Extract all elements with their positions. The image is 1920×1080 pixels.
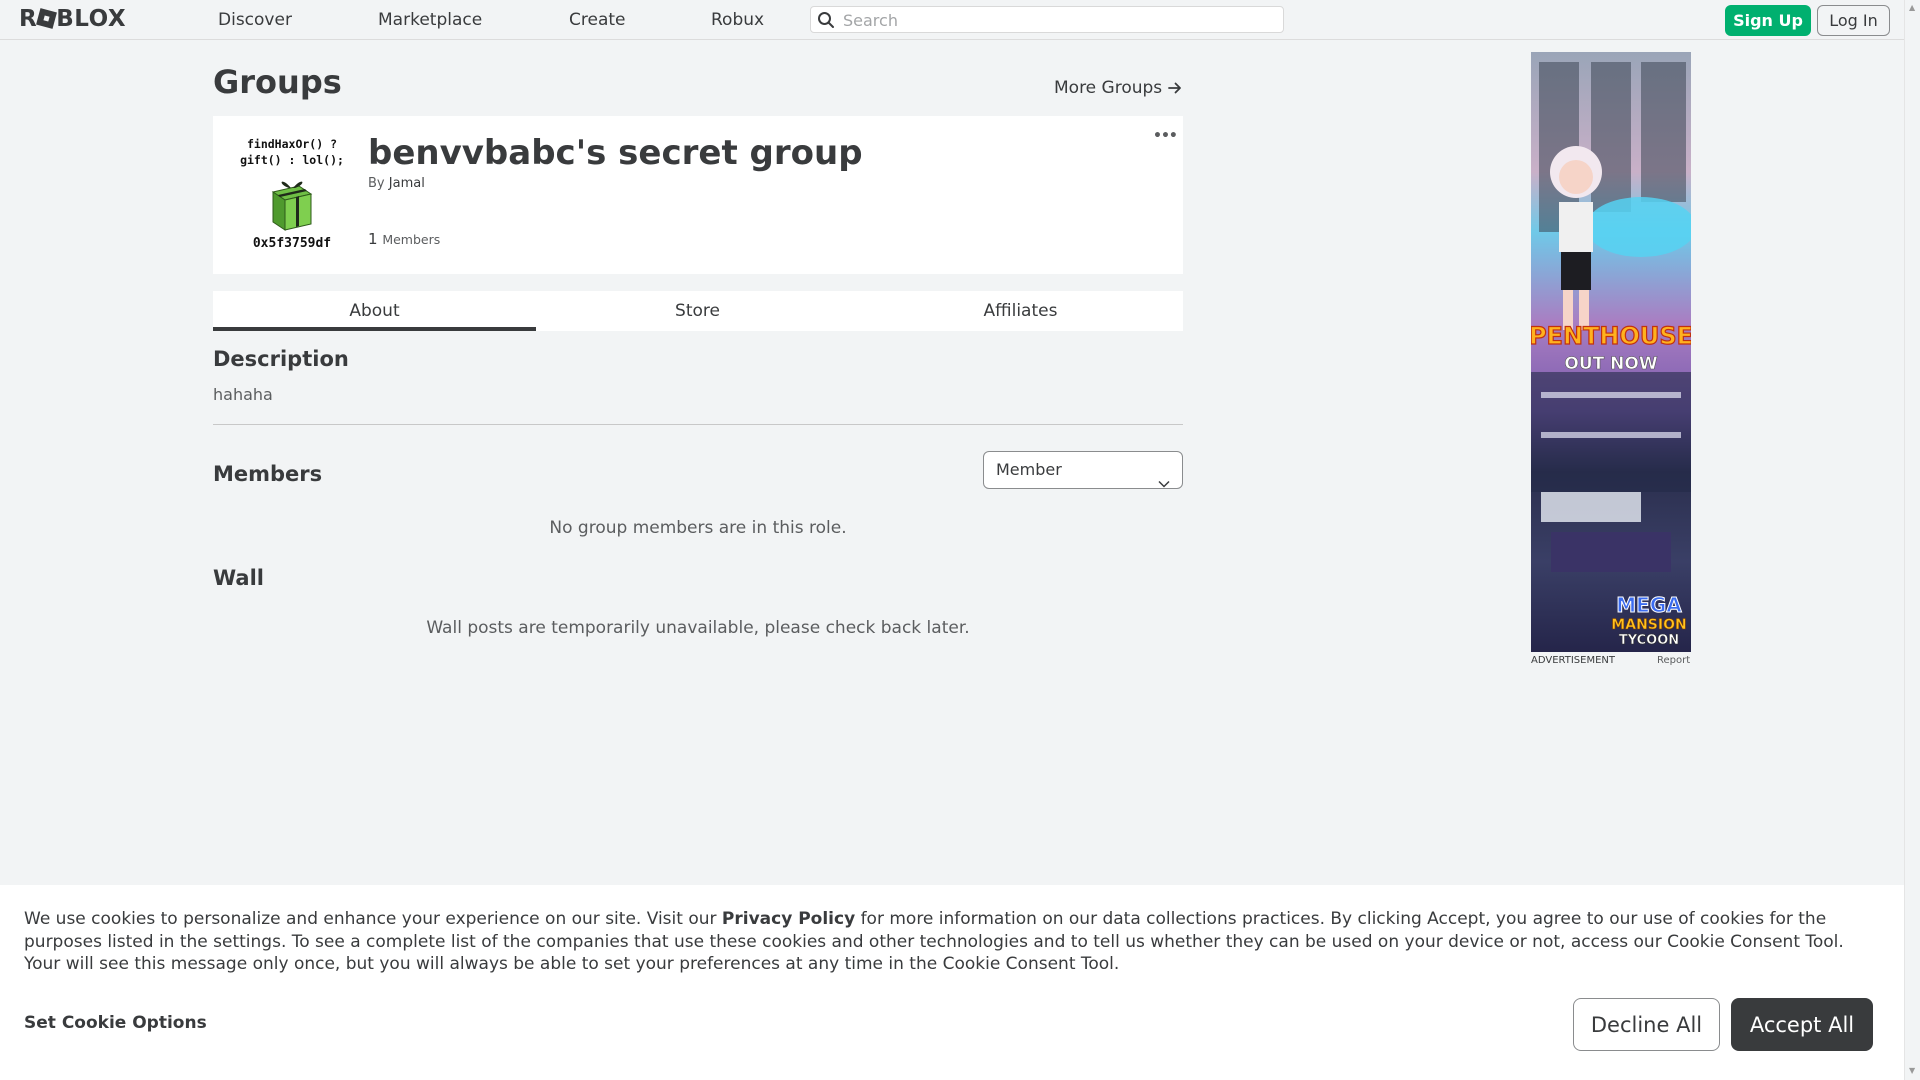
accept-all-button[interactable]: Accept All bbox=[1731, 998, 1873, 1051]
nav-robux-link[interactable]: Robux bbox=[711, 10, 764, 30]
member-count-value: 1 bbox=[368, 230, 378, 248]
ad-outnow-text: OUT NOW bbox=[1564, 354, 1657, 374]
ad-penthouse-text: PENTHOUSE bbox=[1531, 322, 1691, 350]
role-dropdown-value: Member bbox=[996, 460, 1062, 479]
member-count: 1 Members bbox=[368, 230, 440, 248]
nav-create-link[interactable]: Create bbox=[569, 10, 626, 30]
search-icon bbox=[817, 11, 835, 33]
set-cookie-options-link[interactable]: Set Cookie Options bbox=[24, 1013, 207, 1033]
cookie-message: We use cookies to personalize and enhanc… bbox=[24, 908, 1884, 976]
cookie-consent-banner: We use cookies to personalize and enhanc… bbox=[0, 885, 1904, 1080]
ad-mega-text: MEGA bbox=[1616, 593, 1682, 617]
nav-marketplace-link[interactable]: Marketplace bbox=[378, 10, 482, 30]
wall-heading: Wall bbox=[213, 566, 264, 590]
arrow-right-icon bbox=[1167, 78, 1182, 98]
scroll-up-icon[interactable]: ▲ bbox=[1909, 3, 1915, 12]
more-groups-label: More Groups bbox=[1054, 78, 1163, 98]
scroll-down-icon[interactable]: ▼ bbox=[1909, 1066, 1915, 1075]
privacy-policy-link[interactable]: Privacy Policy bbox=[722, 909, 855, 929]
search-box[interactable] bbox=[810, 6, 1284, 33]
roblox-logo[interactable]: R BLOX bbox=[19, 6, 126, 32]
top-navbar: R BLOX Discover Marketplace Create Robux … bbox=[0, 0, 1904, 40]
chevron-down-icon bbox=[1158, 465, 1170, 501]
emblem-hex-text: 0x5f3759df bbox=[252, 236, 332, 251]
no-members-message: No group members are in this role. bbox=[549, 518, 847, 538]
emblem-code-text: findHaxOr() ? gift() : lol(); bbox=[240, 137, 344, 167]
tab-store[interactable]: Store bbox=[536, 291, 859, 331]
group-name: benvvbabc's secret group bbox=[368, 133, 863, 173]
description-heading: Description bbox=[213, 347, 349, 371]
group-owner-line: By Jamal bbox=[368, 176, 425, 191]
more-groups-link[interactable]: More Groups bbox=[1054, 78, 1182, 98]
owner-link[interactable]: Jamal bbox=[389, 176, 425, 191]
more-options-icon[interactable]: ••• bbox=[1153, 128, 1178, 144]
members-heading: Members bbox=[213, 462, 323, 486]
ad-tycoon-text: TYCOON bbox=[1619, 633, 1679, 648]
section-divider bbox=[213, 424, 1183, 425]
page-scrollbar[interactable]: ▲ ▼ bbox=[1904, 0, 1920, 1080]
tab-affiliates[interactable]: Affiliates bbox=[859, 291, 1182, 331]
ad-mansion-text: MANSION bbox=[1611, 617, 1686, 633]
group-emblem: findHaxOr() ? gift() : lol(); 0x5f3759df bbox=[231, 136, 353, 258]
description-text: hahaha bbox=[213, 385, 273, 404]
advertisement-banner[interactable]: PENTHOUSE OUT NOW MEGA MANSION TYCOON bbox=[1531, 52, 1691, 652]
wall-unavailable-message: Wall posts are temporarily unavailable, … bbox=[426, 618, 970, 638]
nav-discover-link[interactable]: Discover bbox=[218, 10, 292, 30]
page-title: Groups bbox=[213, 63, 342, 101]
gift-icon bbox=[269, 174, 315, 236]
log-in-button[interactable]: Log In bbox=[1817, 5, 1890, 36]
sign-up-button[interactable]: Sign Up bbox=[1725, 5, 1811, 36]
tab-about[interactable]: About bbox=[213, 291, 536, 331]
member-count-label: Members bbox=[382, 232, 441, 247]
group-tabs: About Store Affiliates bbox=[213, 291, 1183, 331]
advertisement-label: ADVERTISEMENT bbox=[1531, 655, 1616, 666]
ad-report-link[interactable]: Report bbox=[1657, 655, 1690, 666]
group-header-card: findHaxOr() ? gift() : lol(); 0x5f3759df… bbox=[213, 116, 1183, 274]
cookie-text-before: We use cookies to personalize and enhanc… bbox=[24, 909, 722, 929]
by-prefix: By bbox=[368, 176, 385, 191]
ad-artwork: PENTHOUSE OUT NOW MEGA MANSION TYCOON bbox=[1531, 62, 1691, 648]
role-dropdown[interactable]: Member bbox=[983, 451, 1183, 489]
search-input[interactable] bbox=[843, 10, 1273, 30]
decline-all-button[interactable]: Decline All bbox=[1573, 998, 1720, 1051]
